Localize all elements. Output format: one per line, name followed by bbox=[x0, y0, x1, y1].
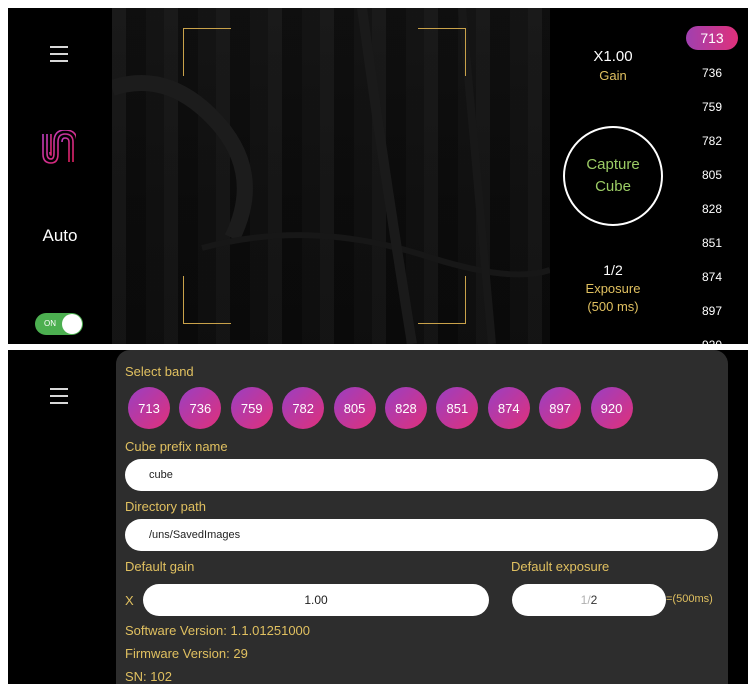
default-exposure-field[interactable]: 1/2 bbox=[512, 584, 666, 616]
firmware-version: Firmware Version: 29 bbox=[125, 646, 248, 661]
gain-control[interactable]: X1.00 Gain bbox=[568, 48, 658, 83]
settings-panel: Select band 713 736 759 782 805 828 851 … bbox=[116, 350, 728, 684]
gain-prefix-label: X bbox=[125, 593, 134, 608]
software-version: Software Version: 1.1.01251000 bbox=[125, 623, 311, 638]
exposure-suffix: =(500ms) bbox=[666, 593, 713, 605]
focus-frame-top-left bbox=[183, 28, 231, 76]
band-item[interactable]: 782 bbox=[684, 124, 740, 158]
band-item[interactable]: 851 bbox=[684, 226, 740, 260]
gain-label: Gain bbox=[599, 68, 627, 83]
band-button[interactable]: 782 bbox=[282, 387, 325, 429]
band-button[interactable]: 828 bbox=[384, 387, 427, 429]
exposure-label: Exposure bbox=[585, 281, 641, 296]
auto-toggle[interactable]: ON bbox=[35, 313, 83, 335]
default-gain-field[interactable]: 1.00 bbox=[143, 584, 489, 616]
app-logo-icon bbox=[42, 130, 76, 164]
mode-label: Auto bbox=[42, 226, 78, 245]
band-button[interactable]: 736 bbox=[179, 387, 222, 429]
band-button[interactable]: 874 bbox=[487, 387, 530, 429]
directory-path-field[interactable]: /uns/SavedImages bbox=[125, 519, 718, 551]
exposure-value: 1/2 bbox=[603, 262, 623, 278]
directory-path-label: Directory path bbox=[125, 499, 206, 514]
band-button[interactable]: 897 bbox=[539, 387, 582, 429]
default-gain-label: Default gain bbox=[125, 559, 195, 574]
cube-prefix-label: Cube prefix name bbox=[125, 439, 228, 454]
band-item[interactable]: 897 bbox=[684, 294, 740, 328]
toggle-label: ON bbox=[44, 319, 56, 328]
preview-scene bbox=[112, 8, 550, 344]
band-button[interactable]: 851 bbox=[436, 387, 479, 429]
camera-screen: Auto ON X1.00 Gain Capture Cube 1/2 Expo… bbox=[8, 8, 748, 344]
focus-frame-bottom-right bbox=[418, 276, 466, 324]
menu-icon[interactable] bbox=[50, 46, 68, 62]
band-item[interactable]: 920 bbox=[684, 328, 740, 344]
gain-value: X1.00 bbox=[593, 48, 633, 65]
band-button[interactable]: 920 bbox=[590, 387, 633, 429]
band-button[interactable]: 759 bbox=[230, 387, 273, 429]
band-item[interactable]: 713 bbox=[684, 22, 740, 56]
settings-screen: Select band 713 736 759 782 805 828 851 … bbox=[8, 350, 748, 684]
exposure-detail: (500 ms) bbox=[587, 299, 639, 314]
band-item[interactable]: 805 bbox=[684, 158, 740, 192]
capture-label-line2: Cube bbox=[595, 178, 631, 195]
band-item[interactable]: 828 bbox=[684, 192, 740, 226]
band-item[interactable]: 874 bbox=[684, 260, 740, 294]
exposure-control[interactable]: 1/2 Exposure (500 ms) bbox=[568, 262, 658, 314]
menu-icon[interactable] bbox=[50, 388, 68, 404]
serial-number: SN: 102 bbox=[125, 669, 172, 684]
capture-cube-button[interactable]: Capture Cube bbox=[563, 126, 663, 226]
band-button[interactable]: 713 bbox=[128, 387, 170, 429]
select-band-label: Select band bbox=[125, 364, 194, 379]
cube-prefix-field[interactable]: cube bbox=[125, 459, 718, 491]
exposure-numerator: 1/ bbox=[580, 593, 591, 607]
focus-frame-top-right bbox=[418, 28, 466, 76]
band-button-row: 713 736 759 782 805 828 851 874 897 920 bbox=[128, 387, 642, 429]
camera-preview bbox=[112, 8, 550, 344]
capture-label-line1: Capture bbox=[586, 156, 640, 173]
default-exposure-label: Default exposure bbox=[511, 559, 610, 574]
band-selector: 713 736 759 782 805 828 851 874 897 920 bbox=[684, 22, 740, 344]
band-button[interactable]: 805 bbox=[333, 387, 376, 429]
band-item[interactable]: 759 bbox=[684, 90, 740, 124]
band-item[interactable]: 736 bbox=[684, 56, 740, 90]
focus-frame-bottom-left bbox=[183, 276, 231, 324]
toggle-knob bbox=[62, 314, 82, 334]
exposure-denominator: 2 bbox=[590, 593, 598, 607]
